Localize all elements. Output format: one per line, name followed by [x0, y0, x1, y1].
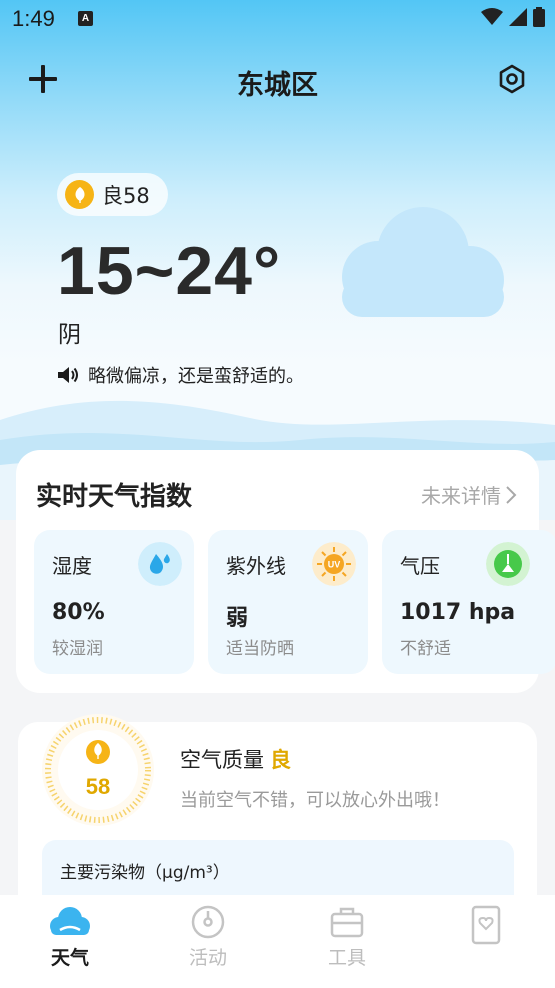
future-details-label: 未来详情 [421, 484, 501, 508]
tab-profile[interactable] [441, 905, 531, 949]
pressure-gauge-icon [486, 542, 530, 586]
water-drop-icon [138, 542, 182, 586]
status-icons [481, 7, 545, 27]
signal-icon [509, 8, 527, 26]
air-quality-title: 空气质量良 [180, 744, 291, 774]
tab-tools-label: 工具 [327, 947, 366, 969]
wifi-icon [481, 8, 503, 25]
uv-value: 弱 [226, 606, 249, 631]
bottom-tab-bar: 天气 活动 工具 [0, 895, 555, 988]
chevron-right-icon [506, 485, 517, 504]
air-quality-grade: 良 [270, 748, 291, 772]
future-details-link[interactable]: 未来详情 [421, 480, 517, 509]
uv-desc: 适当防晒 [226, 639, 294, 659]
air-quality-card[interactable]: 58 空气质量良 当前空气不错，可以放心外出哦！ 主要污染物（μg/m³） [18, 714, 537, 930]
battery-icon [533, 7, 545, 27]
status-time: 1:49 [12, 6, 55, 31]
air-quality-label: 空气质量 [180, 748, 264, 772]
weather-tip-text: 略微偏凉，还是蛮舒适的。 [88, 366, 304, 387]
humidity-tile[interactable]: 湿度 80% 较湿润 [34, 530, 194, 674]
leaf-icon [65, 180, 94, 209]
status-bar: 1:49 A [0, 0, 555, 40]
profile-card-icon [471, 905, 501, 945]
pollutant-title: 主要污染物（μg/m³） [60, 863, 230, 883]
cloudy-weather-icon [342, 207, 504, 317]
temperature-range: 15~24° [57, 233, 282, 309]
compass-icon [191, 905, 225, 939]
city-title[interactable]: 东城区 [0, 63, 555, 102]
svg-text:UV: UV [328, 560, 341, 570]
humidity-label: 湿度 [52, 554, 92, 578]
weather-tip[interactable]: 略微偏凉，还是蛮舒适的。 [56, 362, 304, 388]
weather-index-card: 实时天气指数 未来详情 湿度 80% 较湿润 紫外线 弱 适当防晒 UV 气压 … [16, 450, 555, 693]
toolbox-icon [330, 907, 364, 938]
pressure-value: 1017 hpa [400, 600, 516, 625]
weather-tab-icon [50, 907, 90, 935]
notification-a-icon: A [78, 11, 93, 26]
tab-weather[interactable]: 天气 [25, 905, 115, 970]
weather-condition: 阴 [58, 322, 81, 348]
pressure-desc: 不舒适 [400, 639, 451, 659]
index-card-title: 实时天气指数 [36, 482, 193, 512]
air-quality-desc: 当前空气不错，可以放心外出哦！ [180, 790, 450, 811]
speaker-icon[interactable] [56, 365, 80, 385]
sun-uv-icon: UV [312, 542, 356, 586]
pressure-tile[interactable]: 气压 1017 hpa 不舒适 [382, 530, 555, 674]
aqi-score: 58 [85, 774, 111, 799]
aqi-chip[interactable]: 良58 [57, 173, 168, 216]
uv-label: 紫外线 [226, 554, 286, 578]
aqi-score-ring [42, 714, 154, 826]
tab-activity-label: 活动 [188, 947, 227, 969]
tab-weather-label: 天气 [50, 947, 89, 969]
pressure-label: 气压 [400, 554, 440, 578]
tab-activity[interactable]: 活动 [163, 905, 253, 970]
humidity-desc: 较湿润 [52, 639, 103, 659]
tab-tools[interactable]: 工具 [302, 905, 392, 970]
aqi-chip-label: 良58 [102, 183, 150, 208]
humidity-value: 80% [52, 600, 105, 625]
uv-tile[interactable]: 紫外线 弱 适当防晒 UV [208, 530, 368, 674]
settings-icon[interactable] [497, 64, 527, 94]
